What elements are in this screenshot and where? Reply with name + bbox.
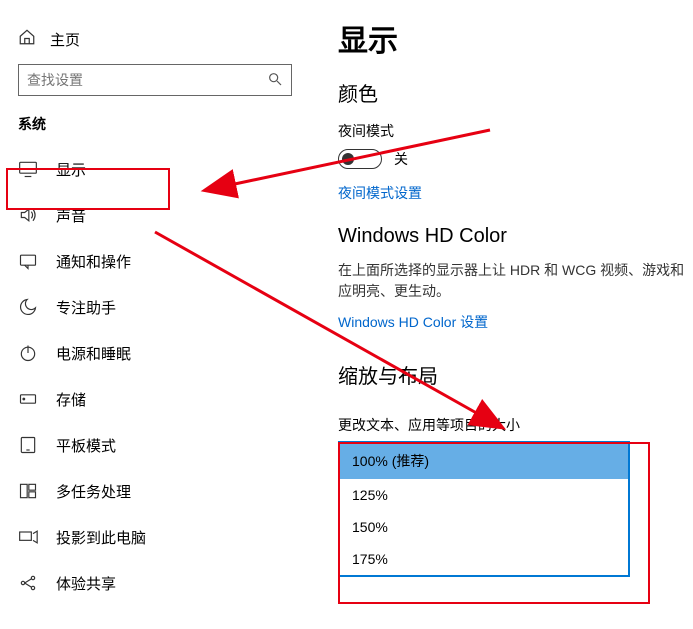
sidebar-item-display[interactable]: 显示: [10, 146, 300, 192]
sidebar-item-label: 声音: [56, 205, 86, 226]
focus-icon: [18, 297, 38, 317]
sidebar-item-focus[interactable]: 专注助手: [10, 284, 300, 330]
search-icon: [267, 71, 283, 90]
search-input[interactable]: [27, 72, 267, 88]
color-section-title: 颜色: [338, 78, 693, 107]
scale-option-150[interactable]: 150%: [340, 511, 628, 543]
sidebar-item-multitask[interactable]: 多任务处理: [10, 468, 300, 514]
sidebar-item-power[interactable]: 电源和睡眠: [10, 330, 300, 376]
share-icon: [18, 573, 38, 593]
sidebar-item-label: 专注助手: [56, 297, 116, 318]
sidebar-item-label: 体验共享: [56, 573, 116, 594]
notification-icon: [18, 251, 38, 271]
scale-option-175[interactable]: 175%: [340, 543, 628, 575]
power-icon: [18, 343, 38, 363]
scale-dropdown[interactable]: 100% (推荐) 125% 150% 175%: [338, 441, 630, 577]
sidebar: 主页 系统 显示 声音 通知和操作: [0, 0, 310, 629]
night-mode-settings-link[interactable]: 夜间模式设置: [338, 183, 693, 203]
sidebar-item-notifications[interactable]: 通知和操作: [10, 238, 300, 284]
toggle-state-label: 关: [394, 149, 408, 169]
hd-settings-link[interactable]: Windows HD Color 设置: [338, 312, 693, 332]
storage-icon: [18, 389, 38, 409]
home-nav[interactable]: 主页: [10, 20, 300, 64]
hd-section-title: Windows HD Color: [338, 225, 693, 248]
tablet-icon: [18, 435, 38, 455]
sidebar-item-label: 显示: [56, 159, 86, 180]
display-icon: [18, 159, 38, 179]
sidebar-item-tablet[interactable]: 平板模式: [10, 422, 300, 468]
night-mode-label: 夜间模式: [338, 121, 693, 141]
multitask-icon: [18, 481, 38, 501]
scale-option-100[interactable]: 100% (推荐): [340, 443, 628, 479]
search-box[interactable]: [18, 64, 292, 96]
sidebar-item-shared[interactable]: 体验共享: [10, 560, 300, 606]
home-icon: [18, 28, 36, 50]
sidebar-item-storage[interactable]: 存储: [10, 376, 300, 422]
sidebar-item-label: 存储: [56, 389, 86, 410]
sound-icon: [18, 205, 38, 225]
sidebar-item-label: 投影到此电脑: [56, 527, 146, 548]
main-content: 显示 颜色 夜间模式 关 夜间模式设置 Windows HD Color 在上面…: [310, 0, 693, 629]
scale-option-125[interactable]: 125%: [340, 479, 628, 511]
sidebar-item-sound[interactable]: 声音: [10, 192, 300, 238]
scale-section-title: 缩放与布局: [338, 360, 693, 389]
sidebar-item-label: 电源和睡眠: [56, 343, 131, 364]
sidebar-item-project[interactable]: 投影到此电脑: [10, 514, 300, 560]
page-title: 显示: [338, 16, 693, 60]
hd-description: 在上面所选择的显示器上让 HDR 和 WCG 视频、游戏和应明亮、更生动。: [338, 260, 693, 302]
sidebar-item-label: 通知和操作: [56, 251, 131, 272]
category-label: 系统: [10, 114, 300, 142]
sidebar-item-label: 平板模式: [56, 435, 116, 456]
project-icon: [18, 527, 38, 547]
night-mode-toggle[interactable]: [338, 149, 382, 169]
scale-label: 更改文本、应用等项目的大小: [338, 411, 693, 435]
sidebar-item-label: 多任务处理: [56, 481, 131, 502]
home-label: 主页: [50, 29, 80, 50]
